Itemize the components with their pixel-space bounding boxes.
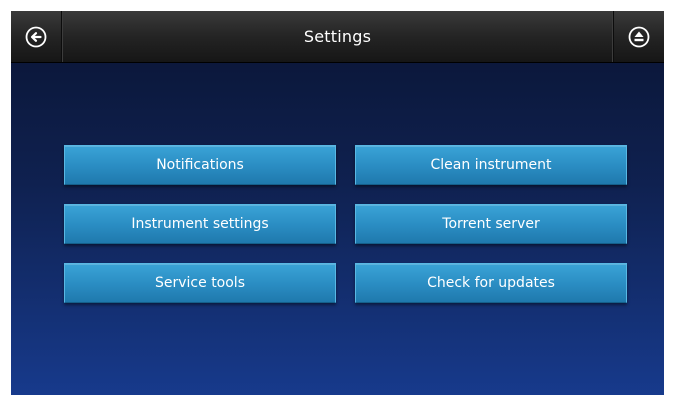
check-for-updates-button[interactable]: Check for updates: [355, 263, 627, 303]
settings-screen: Settings Notifications Clean instrument …: [11, 11, 664, 395]
eject-button[interactable]: [613, 11, 664, 62]
instrument-settings-button[interactable]: Instrument settings: [64, 204, 336, 244]
clean-instrument-button[interactable]: Clean instrument: [355, 145, 627, 185]
title-bar: Settings: [11, 11, 664, 63]
back-button[interactable]: [11, 11, 62, 62]
service-tools-button[interactable]: Service tools: [64, 263, 336, 303]
notifications-button[interactable]: Notifications: [64, 145, 336, 185]
back-arrow-circle-icon: [25, 26, 47, 47]
torrent-server-button[interactable]: Torrent server: [355, 204, 627, 244]
page-title: Settings: [303, 27, 372, 46]
eject-circle-icon: [628, 26, 650, 47]
